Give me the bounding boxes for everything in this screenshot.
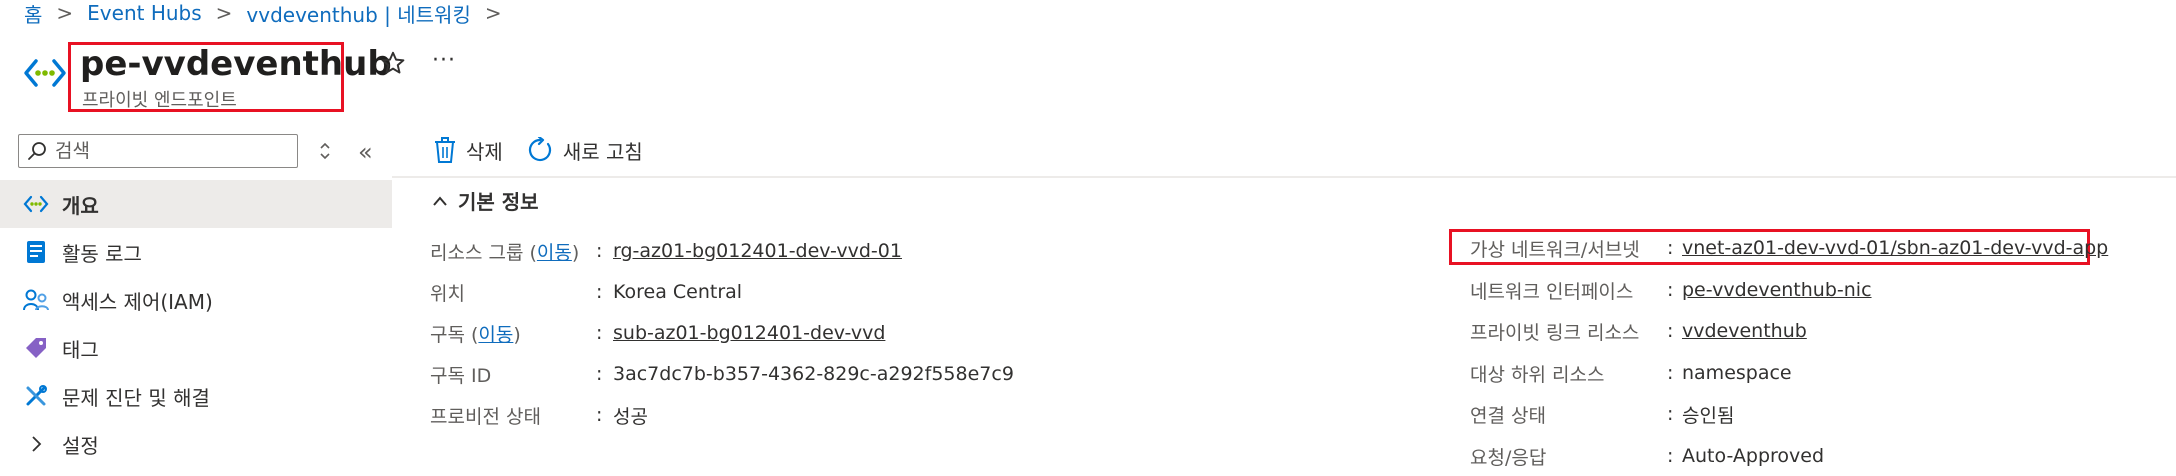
breadcrumb-event-hubs[interactable]: Event Hubs xyxy=(87,1,201,25)
chevron-up-icon xyxy=(433,195,447,206)
tag-icon xyxy=(22,334,50,362)
sidebar-item-label: 문제 진단 및 해결 xyxy=(62,385,210,410)
prop-label: 네트워크 인터페이스 xyxy=(1470,280,1634,303)
breadcrumb-separator: > xyxy=(484,1,502,25)
command-bar: 삭제 새로 고침 xyxy=(434,132,667,168)
endpoint-icon xyxy=(22,190,50,218)
prop-colon: : xyxy=(1667,237,1674,259)
sidebar-item-label: 설정 xyxy=(62,433,99,458)
location-value: Korea Central xyxy=(613,281,743,303)
breadcrumb-home[interactable]: 홈 xyxy=(24,0,42,28)
breadcrumb-separator: > xyxy=(56,1,74,25)
sidebar-item-access-control[interactable]: 액세스 제어(IAM) xyxy=(0,276,392,324)
prop-colon: : xyxy=(1667,279,1674,301)
target-subresource-value: namespace xyxy=(1682,362,1792,384)
prop-connection-state: 연결 상태 : 승인됨 xyxy=(1470,399,2090,429)
search-input[interactable] xyxy=(53,139,287,163)
prop-colon: : xyxy=(596,281,603,303)
delete-button[interactable]: 삭제 xyxy=(434,136,503,165)
favorite-star-icon[interactable] xyxy=(380,50,406,76)
label-text-end: ) xyxy=(513,323,521,346)
prop-label: 가상 네트워크/서브넷 xyxy=(1470,238,1640,261)
prop-label: 프로비전 상태 xyxy=(430,405,541,428)
refresh-icon xyxy=(528,137,551,162)
sidebar-item-label: 태그 xyxy=(62,337,99,362)
resource-group-link[interactable]: rg-az01-bg012401-dev-vvd-01 xyxy=(613,240,902,262)
breadcrumb: 홈 > Event Hubs > vvdeventhub | 네트워킹 > xyxy=(24,0,516,28)
provisioning-state-value: 성공 xyxy=(613,405,648,428)
prop-label: 대상 하위 리소스 xyxy=(1470,363,1605,386)
breadcrumb-namespace-networking[interactable]: vvdeventhub | 네트워킹 xyxy=(246,0,470,28)
log-icon xyxy=(22,238,50,266)
prop-resource-group: 리소스 그룹 (이동) : rg-az01-bg012401-dev-vvd-0… xyxy=(430,236,1030,266)
prop-colon: : xyxy=(1667,320,1674,342)
prop-target-subresource: 대상 하위 리소스 : namespace xyxy=(1470,358,2090,388)
prop-label: 프라이빗 링크 리소스 xyxy=(1470,321,1640,344)
essentials-toggle[interactable]: 기본 정보 xyxy=(432,186,539,215)
prop-subscription-id: 구독 ID : 3ac7dc7b-b357-4362-829c-a292f558… xyxy=(430,359,1030,389)
more-options-icon[interactable]: ··· xyxy=(432,48,456,73)
private-link-resource-link[interactable]: vvdeventhub xyxy=(1682,320,1807,342)
page-title: pe-vvdeventhub xyxy=(80,44,392,84)
sidebar-item-activity-log[interactable]: 활동 로그 xyxy=(0,228,392,276)
sidebar-item-overview[interactable]: 개요 xyxy=(0,180,392,228)
search-icon xyxy=(28,142,46,160)
vnet-subnet-link[interactable]: vnet-az01-dev-vvd-01/sbn-az01-dev-vvd-ap… xyxy=(1682,237,2108,259)
sidebar-nav: 개요 활동 로그 액세스 제어(IAM) 태그 문제 진단 및 해결 설정 xyxy=(0,180,392,468)
page-subtitle: 프라이빗 엔드포인트 xyxy=(82,90,237,111)
subscription-id-value: 3ac7dc7b-b357-4362-829c-a292f558e7c9 xyxy=(613,363,1014,385)
sidebar-item-label: 활동 로그 xyxy=(62,241,142,266)
iam-icon xyxy=(22,286,50,314)
prop-vnet-subnet: 가상 네트워크/서브넷 : vnet-az01-dev-vvd-01/sbn-a… xyxy=(1470,233,2108,263)
prop-label: 요청/응답 xyxy=(1470,446,1547,469)
prop-colon: : xyxy=(596,404,603,426)
prop-label: 구독 ID xyxy=(430,364,492,387)
prop-colon: : xyxy=(596,240,603,262)
prop-label: 리소스 그룹 (이동) xyxy=(430,238,579,265)
move-link[interactable]: 이동 xyxy=(478,324,513,346)
label-text: 구독 ( xyxy=(430,323,479,346)
prop-label: 연결 상태 xyxy=(1470,404,1546,427)
prop-colon: : xyxy=(596,363,603,385)
prop-label: 위치 xyxy=(430,282,465,305)
essentials-heading: 기본 정보 xyxy=(458,190,539,214)
private-endpoint-icon xyxy=(24,59,66,87)
prop-network-interface: 네트워크 인터페이스 : pe-vvdeventhub-nic xyxy=(1470,275,2090,305)
prop-request-response: 요청/응답 : Auto-Approved xyxy=(1470,441,2090,471)
sidebar-item-settings[interactable]: 설정 xyxy=(0,420,392,468)
prop-colon: : xyxy=(1667,403,1674,425)
prop-label: 구독 (이동) xyxy=(430,320,521,347)
chevron-right-icon xyxy=(22,430,50,458)
trash-icon xyxy=(435,137,455,163)
prop-subscription: 구독 (이동) : sub-az01-bg012401-dev-vvd xyxy=(430,318,1030,348)
wrench-icon xyxy=(22,382,50,410)
request-response-value: Auto-Approved xyxy=(1682,445,1825,467)
sidebar-item-diagnose[interactable]: 문제 진단 및 해결 xyxy=(0,372,392,420)
sidebar-item-label: 액세스 제어(IAM) xyxy=(62,289,213,314)
label-text-end: ) xyxy=(571,241,580,264)
collapse-sidebar-icon[interactable]: « xyxy=(358,138,373,166)
delete-label: 삭제 xyxy=(466,139,503,164)
connection-state-value: 승인됨 xyxy=(1682,404,1735,427)
refresh-button[interactable]: 새로 고침 xyxy=(527,136,643,165)
prop-private-link-resource: 프라이빗 링크 리소스 : vvdeventhub xyxy=(1470,316,2090,346)
network-interface-link[interactable]: pe-vvdeventhub-nic xyxy=(1682,279,1872,301)
sidebar-item-tags[interactable]: 태그 xyxy=(0,324,392,372)
move-link[interactable]: 이동 xyxy=(537,242,572,264)
prop-provisioning-state: 프로비전 상태 : 성공 xyxy=(430,400,1030,430)
sort-updown-icon[interactable] xyxy=(318,140,332,162)
breadcrumb-separator: > xyxy=(215,1,233,25)
prop-colon: : xyxy=(596,322,603,344)
prop-colon: : xyxy=(1667,445,1674,467)
subscription-link[interactable]: sub-az01-bg012401-dev-vvd xyxy=(613,322,885,344)
toolbar-divider xyxy=(392,176,2176,178)
sidebar-item-label: 개요 xyxy=(62,193,99,218)
prop-location: 위치 : Korea Central xyxy=(430,277,1030,307)
prop-colon: : xyxy=(1667,362,1674,384)
refresh-label: 새로 고침 xyxy=(562,139,643,164)
search-box[interactable] xyxy=(18,134,298,168)
label-text: 리소스 그룹 ( xyxy=(430,241,537,264)
